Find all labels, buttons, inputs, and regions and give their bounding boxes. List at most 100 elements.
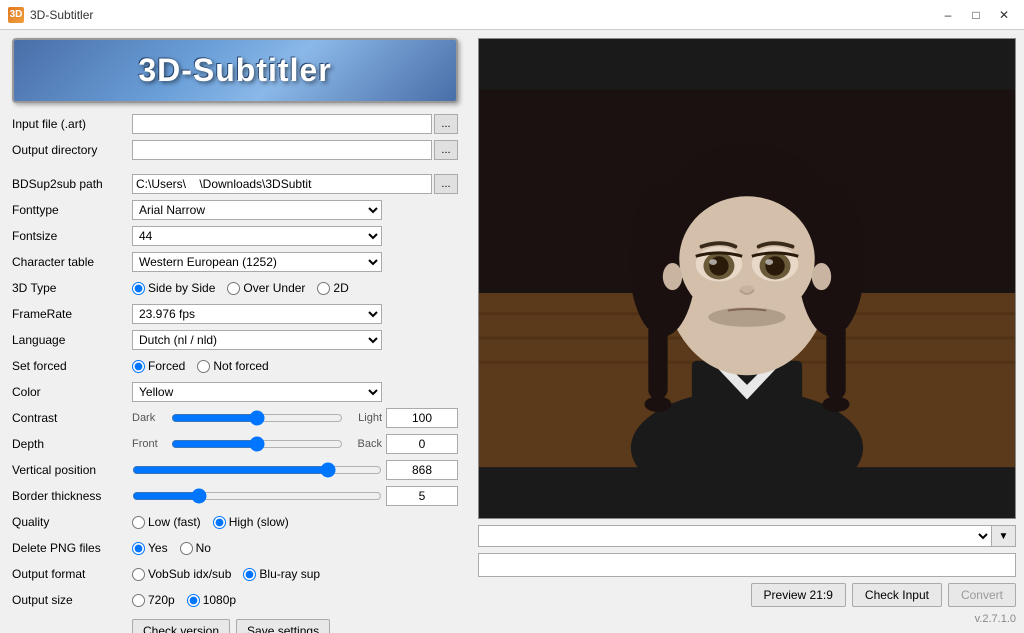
framerate-select[interactable]: 23.976 fps 24 fps 25 fps 29.97 fps (132, 304, 382, 324)
fontsize-select[interactable]: 44 36 40 48 (132, 226, 382, 246)
type-3d-label: 3D Type (12, 281, 132, 295)
delete-yes-label[interactable]: Yes (132, 541, 168, 555)
1080p-radio-label[interactable]: 1080p (187, 593, 236, 607)
delete-yes-text: Yes (148, 541, 168, 555)
720p-radio-label[interactable]: 720p (132, 593, 175, 607)
sbs-radio-label[interactable]: Side by Side (132, 281, 215, 295)
bluray-radio[interactable] (243, 568, 256, 581)
contrast-row: Contrast Dark Light (12, 407, 458, 429)
forced-radio[interactable] (132, 360, 145, 373)
1080p-radio[interactable] (187, 594, 200, 607)
convert-button[interactable]: Convert (948, 583, 1016, 607)
2d-radio-label[interactable]: 2D (317, 281, 348, 295)
fonttype-select[interactable]: Arial Narrow Arial Times New Roman (132, 200, 382, 220)
close-button[interactable]: ✕ (992, 5, 1016, 25)
output-format-control: VobSub idx/sub Blu-ray sup (132, 567, 458, 581)
depth-slider[interactable] (171, 436, 343, 452)
border-thick-row: Border thickness (12, 485, 458, 507)
window-controls: – □ ✕ (936, 5, 1016, 25)
vobsub-radio[interactable] (132, 568, 145, 581)
forced-radio-label[interactable]: Forced (132, 359, 185, 373)
delete-yes-radio[interactable] (132, 542, 145, 555)
check-version-button[interactable]: Check version (132, 619, 230, 633)
vert-pos-value-input[interactable] (386, 460, 458, 480)
preview-button[interactable]: Preview 21:9 (751, 583, 846, 607)
type-3d-row: 3D Type Side by Side Over Under 2D (12, 277, 458, 299)
output-dir-field[interactable] (132, 140, 432, 160)
quality-high-label[interactable]: High (slow) (213, 515, 289, 529)
bdsup-field[interactable] (132, 174, 432, 194)
window-title: 3D-Subtitler (30, 8, 936, 22)
delete-no-radio[interactable] (180, 542, 193, 555)
ou-radio-label[interactable]: Over Under (227, 281, 305, 295)
save-settings-button[interactable]: Save settings (236, 619, 330, 633)
set-forced-control: Forced Not forced (132, 359, 458, 373)
delete-png-label: Delete PNG files (12, 541, 132, 555)
forced-label: Forced (148, 359, 185, 373)
quality-high-radio[interactable] (213, 516, 226, 529)
delete-no-text: No (196, 541, 211, 555)
quality-low-label[interactable]: Low (fast) (132, 515, 201, 529)
fonttype-row: Fonttype Arial Narrow Arial Times New Ro… (12, 199, 458, 221)
language-control: Dutch (nl / nld) English (en / eng) Fren… (132, 330, 458, 350)
input-file-browse-button[interactable]: ... (434, 114, 458, 134)
maximize-button[interactable]: □ (964, 5, 988, 25)
bottom-buttons: Check version Save settings (12, 619, 458, 633)
border-thick-label: Border thickness (12, 489, 132, 503)
right-dropdown-row: ▼ (478, 525, 1016, 547)
right-panel: ▼ Preview 21:9 Check Input Convert v.2.7… (470, 30, 1024, 633)
framerate-label: FrameRate (12, 307, 132, 321)
vobsub-radio-label[interactable]: VobSub idx/sub (132, 567, 231, 581)
output-dir-row: Output directory ... (12, 139, 458, 161)
not-forced-radio[interactable] (197, 360, 210, 373)
char-table-label: Character table (12, 255, 132, 269)
empty-text-row (478, 553, 1016, 577)
output-size-label: Output size (12, 593, 132, 607)
minimize-button[interactable]: – (936, 5, 960, 25)
set-forced-label: Set forced (12, 359, 132, 373)
dropdown-arrow-icon[interactable]: ▼ (992, 525, 1016, 547)
quality-high-text: High (slow) (229, 515, 289, 529)
ou-radio[interactable] (227, 282, 240, 295)
1080p-text: 1080p (203, 593, 236, 607)
2d-radio[interactable] (317, 282, 330, 295)
color-label: Color (12, 385, 132, 399)
right-buttons: Preview 21:9 Check Input Convert (478, 583, 1016, 607)
contrast-value-input[interactable] (386, 408, 458, 428)
language-select[interactable]: Dutch (nl / nld) English (en / eng) Fren… (132, 330, 382, 350)
vert-pos-label: Vertical position (12, 463, 132, 477)
quality-low-radio[interactable] (132, 516, 145, 529)
vobsub-text: VobSub idx/sub (148, 567, 231, 581)
contrast-slider[interactable] (171, 410, 343, 426)
border-value-input[interactable] (386, 486, 458, 506)
ou-label: Over Under (243, 281, 305, 295)
framerate-row: FrameRate 23.976 fps 24 fps 25 fps 29.97… (12, 303, 458, 325)
right-dropdown[interactable] (478, 525, 992, 547)
char-table-select[interactable]: Western European (1252) UTF-8 UTF-16 (132, 252, 382, 272)
check-input-button[interactable]: Check Input (852, 583, 942, 607)
color-select[interactable]: Yellow White Red Blue Green (132, 382, 382, 402)
bluray-radio-label[interactable]: Blu-ray sup (243, 567, 320, 581)
depth-value-input[interactable] (386, 434, 458, 454)
output-dir-browse-button[interactable]: ... (434, 140, 458, 160)
right-controls: ▼ Preview 21:9 Check Input Convert v.2.7… (478, 525, 1016, 625)
delete-no-label[interactable]: No (180, 541, 211, 555)
border-slider[interactable] (132, 488, 382, 504)
output-format-row: Output format VobSub idx/sub Blu-ray sup (12, 563, 458, 585)
not-forced-radio-label[interactable]: Not forced (197, 359, 268, 373)
input-file-field[interactable] (132, 114, 432, 134)
framerate-control: 23.976 fps 24 fps 25 fps 29.97 fps (132, 304, 458, 324)
output-size-row: Output size 720p 1080p (12, 589, 458, 611)
sbs-radio[interactable] (132, 282, 145, 295)
depth-front-label: Front (132, 438, 167, 450)
vert-pos-slider[interactable] (132, 462, 382, 478)
delete-png-control: Yes No (132, 541, 458, 555)
720p-radio[interactable] (132, 594, 145, 607)
contrast-label: Contrast (12, 411, 132, 425)
type-3d-control: Side by Side Over Under 2D (132, 281, 458, 295)
depth-label: Depth (12, 437, 132, 451)
bluray-text: Blu-ray sup (259, 567, 320, 581)
bdsup-browse-button[interactable]: ... (434, 174, 458, 194)
contrast-control: Dark Light (132, 410, 382, 426)
char-table-row: Character table Western European (1252) … (12, 251, 458, 273)
